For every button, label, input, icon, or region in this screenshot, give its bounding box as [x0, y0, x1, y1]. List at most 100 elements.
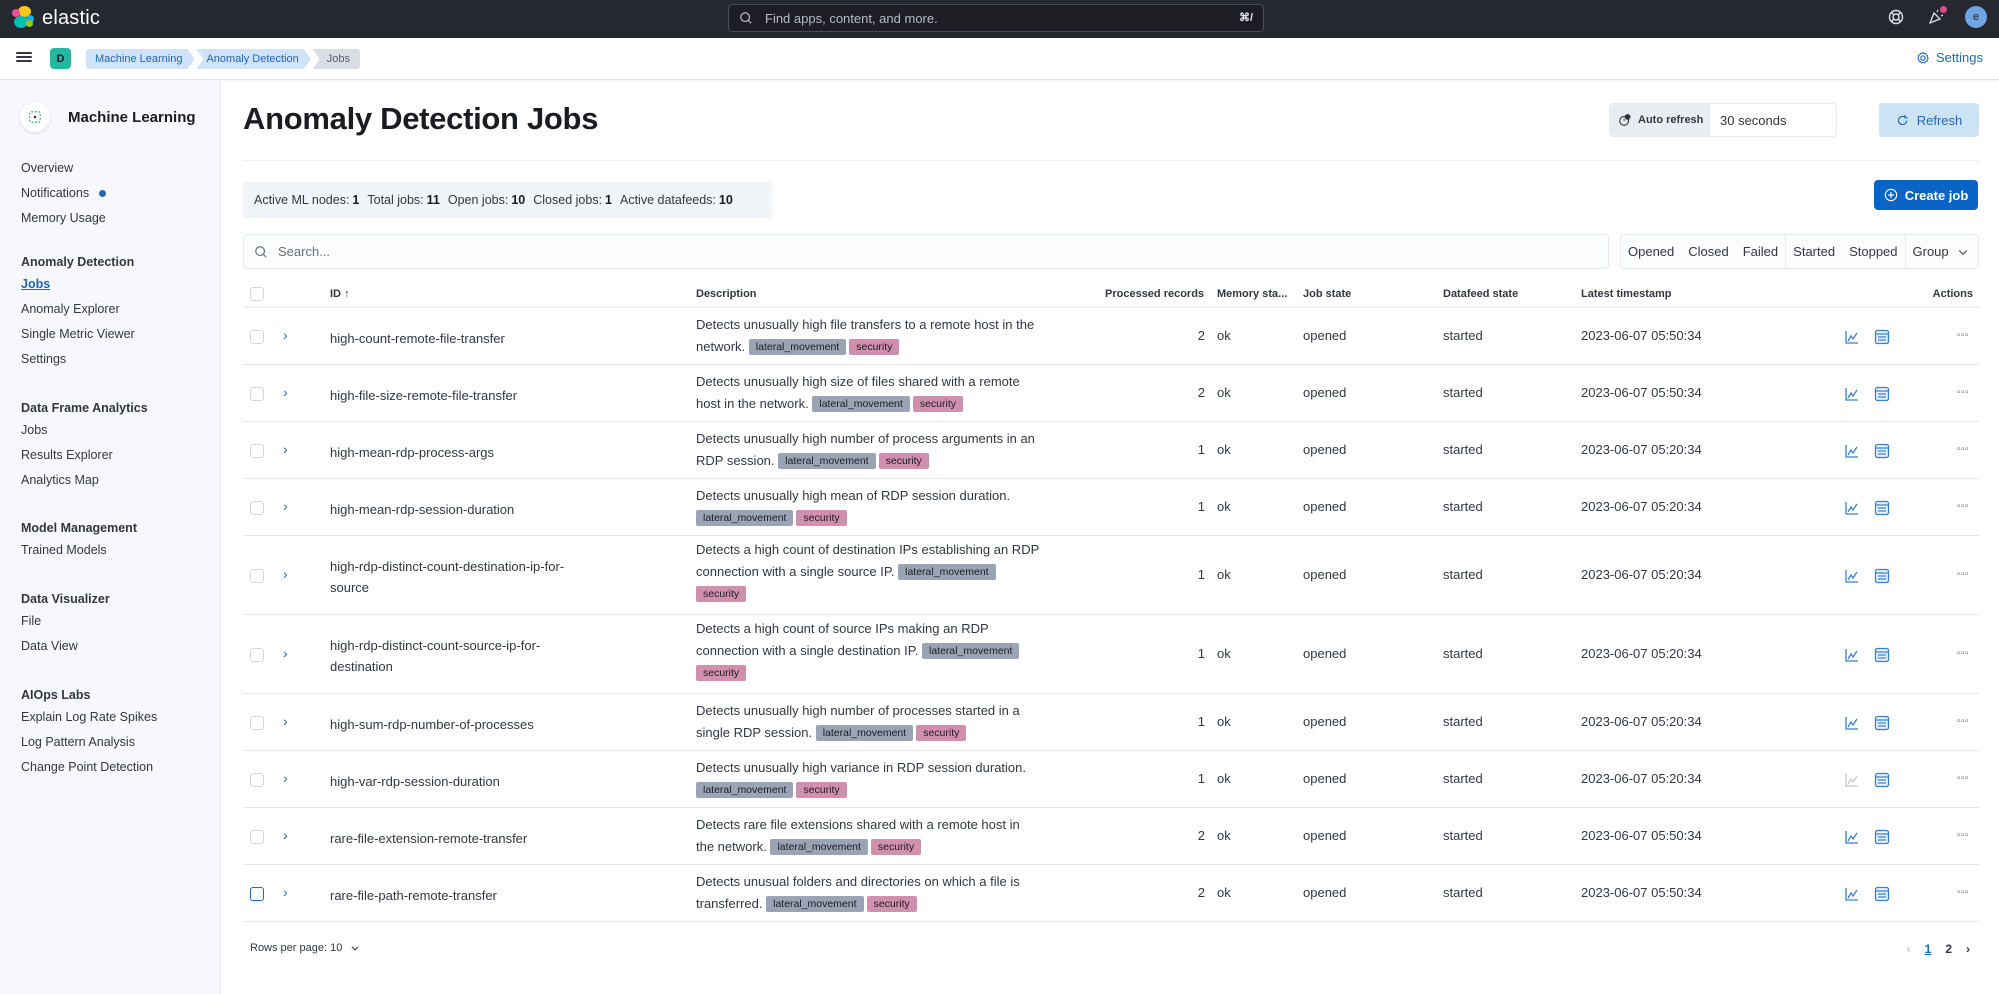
news-feed-button[interactable] [1925, 6, 1947, 28]
more-actions-icon[interactable]: ▫▫▫ [1957, 444, 1969, 455]
single-metric-viewer-icon[interactable] [1844, 886, 1860, 902]
sidebar-item-notifications[interactable]: Notifications [21, 181, 107, 206]
previous-page-icon[interactable]: ‹ [1907, 942, 1911, 956]
row-select-checkbox[interactable] [250, 444, 264, 458]
expand-row-chevron-icon[interactable]: › [283, 884, 288, 900]
filter-closed[interactable]: Closed [1681, 235, 1735, 268]
filter-opened[interactable]: Opened [1621, 235, 1681, 268]
job-id[interactable]: high-sum-rdp-number-of-processes [330, 714, 570, 735]
tag-lateral-movement[interactable]: lateral_movement [696, 782, 794, 798]
column-header-datafeed-state[interactable]: Datafeed state [1443, 288, 1518, 300]
create-job-button[interactable]: Create job [1874, 180, 1978, 210]
anomaly-explorer-icon[interactable] [1874, 829, 1890, 845]
column-header-memory-status[interactable]: Memory sta... [1217, 288, 1287, 300]
select-all-checkbox[interactable] [250, 287, 264, 301]
single-metric-viewer-icon[interactable] [1844, 829, 1860, 845]
single-metric-viewer-icon[interactable] [1844, 329, 1860, 345]
column-header-job-state[interactable]: Job state [1303, 288, 1351, 300]
jobs-search-input[interactable] [278, 244, 1578, 259]
anomaly-explorer-icon[interactable] [1874, 568, 1890, 584]
tag-lateral-movement[interactable]: lateral_movement [921, 643, 1020, 659]
tag-lateral-movement[interactable]: lateral_movement [815, 725, 914, 741]
user-avatar[interactable]: e [1965, 6, 1987, 28]
job-id[interactable]: rare-file-path-remote-transfer [330, 885, 570, 906]
page-2-button[interactable]: 2 [1945, 942, 1952, 956]
anomaly-explorer-icon[interactable] [1874, 500, 1890, 516]
more-actions-icon[interactable]: ▫▫▫ [1957, 569, 1969, 580]
more-actions-icon[interactable]: ▫▫▫ [1957, 501, 1969, 512]
row-select-checkbox[interactable] [250, 569, 264, 583]
job-id[interactable]: high-count-remote-file-transfer [330, 328, 570, 349]
sidebar-item-single-metric-viewer[interactable]: Single Metric Viewer [21, 322, 135, 347]
sidebar-item-anomaly-explorer[interactable]: Anomaly Explorer [21, 297, 135, 322]
anomaly-explorer-icon[interactable] [1874, 443, 1890, 459]
anomaly-explorer-icon[interactable] [1874, 647, 1890, 663]
space-selector-badge[interactable]: D [50, 48, 71, 69]
rows-per-page-dropdown[interactable]: Rows per page: 10 [250, 942, 360, 954]
row-select-checkbox[interactable] [250, 830, 264, 844]
single-metric-viewer-icon[interactable] [1844, 386, 1860, 402]
anomaly-explorer-icon[interactable] [1874, 715, 1890, 731]
tag-security[interactable]: security [912, 396, 964, 412]
more-actions-icon[interactable]: ▫▫▫ [1957, 830, 1969, 841]
column-header-latest-timestamp[interactable]: Latest timestamp [1581, 288, 1671, 300]
tag-security[interactable]: security [696, 586, 747, 602]
expand-row-chevron-icon[interactable]: › [283, 645, 288, 661]
single-metric-viewer-icon[interactable] [1844, 568, 1860, 584]
single-metric-viewer-icon[interactable] [1844, 500, 1860, 516]
sidebar-item-analytics-map[interactable]: Analytics Map [21, 468, 148, 493]
help-button[interactable] [1885, 6, 1907, 28]
anomaly-explorer-icon[interactable] [1874, 772, 1890, 788]
sidebar-item-memory-usage[interactable]: Memory Usage [21, 206, 106, 231]
elastic-logo[interactable]: elastic [12, 6, 100, 30]
sidebar-item-results-explorer[interactable]: Results Explorer [21, 443, 148, 468]
tag-security[interactable]: security [696, 665, 747, 681]
sidebar-item-ad-settings[interactable]: Settings [21, 347, 135, 372]
expand-row-chevron-icon[interactable]: › [283, 327, 288, 343]
single-metric-viewer-icon[interactable] [1844, 443, 1860, 459]
single-metric-viewer-icon[interactable] [1844, 715, 1860, 731]
more-actions-icon[interactable]: ▫▫▫ [1957, 716, 1969, 727]
tag-lateral-movement[interactable]: lateral_movement [766, 896, 864, 912]
expand-row-chevron-icon[interactable]: › [283, 770, 288, 786]
tag-lateral-movement[interactable]: lateral_movement [778, 453, 876, 469]
tag-lateral-movement[interactable]: lateral_movement [812, 396, 910, 412]
auto-refresh-picker[interactable]: Auto refresh 30 seconds [1609, 103, 1837, 137]
refresh-button[interactable]: Refresh [1879, 103, 1979, 137]
tag-security[interactable]: security [796, 510, 847, 526]
sidebar-item-ad-jobs[interactable]: Jobs [21, 272, 135, 297]
next-page-icon[interactable]: › [1966, 942, 1970, 956]
sidebar-item-log-pattern-analysis[interactable]: Log Pattern Analysis [21, 730, 157, 755]
page-1-button[interactable]: 1 [1925, 942, 1932, 956]
more-actions-icon[interactable]: ▫▫▫ [1957, 330, 1969, 341]
more-actions-icon[interactable]: ▫▫▫ [1957, 648, 1969, 659]
filter-failed[interactable]: Failed [1736, 235, 1785, 268]
column-header-processed-records[interactable]: Processed records [1105, 288, 1204, 300]
breadcrumb-anomaly-detection[interactable]: Anomaly Detection [196, 49, 310, 69]
settings-link[interactable]: Settings [1916, 50, 1983, 65]
more-actions-icon[interactable]: ▫▫▫ [1957, 387, 1969, 398]
job-id[interactable]: high-var-rdp-session-duration [330, 771, 570, 792]
sidebar-item-explain-log-rate-spikes[interactable]: Explain Log Rate Spikes [21, 705, 157, 730]
tag-security[interactable]: security [796, 782, 847, 798]
row-select-checkbox[interactable] [250, 501, 264, 515]
breadcrumb-machine-learning[interactable]: Machine Learning [86, 49, 194, 69]
row-select-checkbox[interactable] [250, 773, 264, 787]
expand-row-chevron-icon[interactable]: › [283, 827, 288, 843]
job-id[interactable]: high-rdp-distinct-count-destination-ip-f… [330, 556, 570, 598]
tag-lateral-movement[interactable]: lateral_movement [898, 564, 996, 580]
sidebar-item-file[interactable]: File [21, 609, 110, 634]
hamburger-menu-button[interactable] [16, 50, 32, 66]
auto-refresh-interval[interactable]: 30 seconds [1710, 104, 1787, 136]
global-search-input[interactable]: Find apps, content, and more. ⌘/ [728, 4, 1264, 32]
row-select-checkbox[interactable] [250, 648, 264, 662]
expand-row-chevron-icon[interactable]: › [283, 384, 288, 400]
column-header-id[interactable]: ID ↑ [330, 288, 350, 300]
filter-stopped[interactable]: Stopped [1842, 235, 1904, 268]
row-select-checkbox[interactable] [250, 387, 264, 401]
anomaly-explorer-icon[interactable] [1874, 386, 1890, 402]
job-id[interactable]: rare-file-extension-remote-transfer [330, 828, 570, 849]
sidebar-item-overview[interactable]: Overview [21, 156, 106, 181]
expand-row-chevron-icon[interactable]: › [283, 441, 288, 457]
jobs-search-bar[interactable] [243, 234, 1609, 269]
